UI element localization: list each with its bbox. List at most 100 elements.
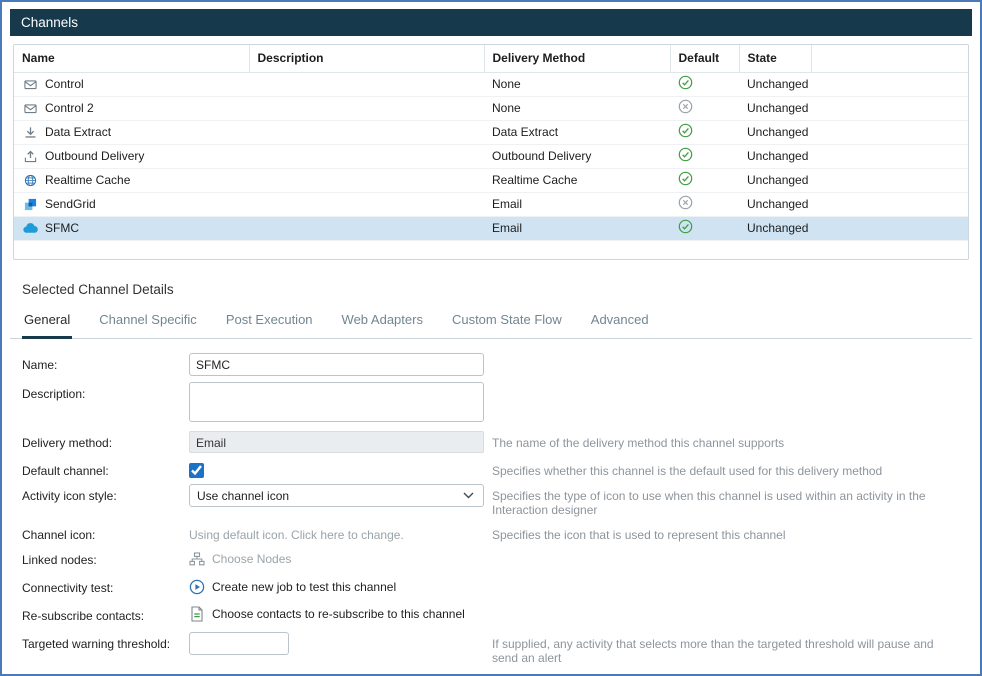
default-channel-help: Specifies whether this channel is the de… xyxy=(492,459,960,478)
cell-state: Unchanged xyxy=(739,168,811,192)
cell-name: Outbound Delivery xyxy=(14,144,249,168)
channels-table-body: Control None Unchanged Control 2 None Unchang… xyxy=(14,72,968,240)
cell-default xyxy=(670,192,739,216)
column-header-state[interactable]: State xyxy=(739,45,811,72)
targeted-warning-threshold-label: Targeted warning threshold: xyxy=(22,632,189,651)
targeted-warning-threshold-input[interactable] xyxy=(189,632,289,655)
default-channel-checkbox[interactable] xyxy=(189,463,204,478)
table-row[interactable]: Outbound DeliveryOutbound DeliveryUnchan… xyxy=(14,144,968,168)
channel-icon-help: Specifies the icon that is used to repre… xyxy=(492,523,960,542)
targeted-warning-threshold-help: If supplied, any activity that selects m… xyxy=(492,632,960,665)
window-title: Channels xyxy=(10,9,972,36)
targeted-warning-threshold-row: Targeted warning threshold: If supplied,… xyxy=(22,632,960,665)
filter-row: Filter: Selection Rule Determines whethe… xyxy=(22,671,960,676)
tab-web-adapters[interactable]: Web Adapters xyxy=(340,312,425,339)
name-input[interactable] xyxy=(189,353,484,376)
cell-extra xyxy=(811,144,968,168)
sfmc-cloud-icon xyxy=(22,223,38,234)
channel-icon-change-link[interactable]: Using default icon. Click here to change… xyxy=(189,523,404,542)
cell-delivery-method: None xyxy=(484,72,670,96)
channel-details-form: Name: Description: Delivery method: Emai… xyxy=(10,339,972,676)
check-circle-icon xyxy=(678,219,693,234)
table-row[interactable]: Control 2 None Unchanged xyxy=(14,96,968,120)
sendgrid-icon xyxy=(22,198,38,211)
activity-icon-style-select[interactable]: Use channel icon xyxy=(189,484,484,507)
cell-extra xyxy=(811,192,968,216)
column-header-delivery-method[interactable]: Delivery Method xyxy=(484,45,670,72)
data-extract-icon xyxy=(22,126,38,139)
tab-channel-specific[interactable]: Channel Specific xyxy=(97,312,199,339)
cell-extra xyxy=(811,216,968,240)
cell-description xyxy=(249,120,484,144)
cell-default xyxy=(670,120,739,144)
cell-state: Unchanged xyxy=(739,96,811,120)
table-row[interactable]: Realtime Cache Realtime Cache Unchanged xyxy=(14,168,968,192)
channels-window: Channels Name Description Delivery Metho… xyxy=(0,0,982,676)
channel-name: Control xyxy=(45,77,84,91)
linked-nodes-icon xyxy=(189,552,205,566)
create-test-job-button[interactable]: Create new job to test this channel xyxy=(212,580,396,594)
cell-description xyxy=(249,168,484,192)
delivery-method-row: Delivery method: Email The name of the d… xyxy=(22,431,960,453)
table-header-row: Name Description Delivery Method Default… xyxy=(14,45,968,72)
check-circle-icon xyxy=(678,171,693,186)
connectivity-test-row: Connectivity test: Create new job to tes… xyxy=(22,576,960,595)
cell-description xyxy=(249,192,484,216)
control-channel-icon xyxy=(22,102,38,115)
tab-advanced[interactable]: Advanced xyxy=(589,312,651,339)
cell-name: SFMC xyxy=(14,216,249,240)
cell-name: Control 2 xyxy=(14,96,249,120)
cell-extra xyxy=(811,120,968,144)
cell-state: Unchanged xyxy=(739,216,811,240)
tab-post-execution[interactable]: Post Execution xyxy=(224,312,315,339)
channel-name: Outbound Delivery xyxy=(45,149,144,163)
details-section-title: Selected Channel Details xyxy=(22,282,972,297)
filter-help: Determines whether a contact can be targ… xyxy=(492,671,960,676)
linked-nodes-label: Linked nodes: xyxy=(22,548,189,567)
table-row[interactable]: SFMCEmailUnchanged xyxy=(14,216,968,240)
resubscribe-document-icon xyxy=(189,606,205,622)
filter-label: Filter: xyxy=(22,671,189,676)
channels-table: Name Description Delivery Method Default… xyxy=(13,44,969,260)
delivery-method-label: Delivery method: xyxy=(22,431,189,450)
channel-name: Data Extract xyxy=(45,125,111,139)
selected-option-text: Use channel icon xyxy=(197,489,289,503)
resubscribe-label: Re-subscribe contacts: xyxy=(22,604,189,623)
delivery-method-value: Email xyxy=(189,431,484,453)
channel-name: SFMC xyxy=(45,221,79,235)
cell-name: Realtime Cache xyxy=(14,168,249,192)
check-circle-icon xyxy=(678,123,693,138)
tab-general[interactable]: General xyxy=(22,312,72,339)
column-header-name[interactable]: Name xyxy=(14,45,249,72)
activity-icon-style-row: Activity icon style: Use channel icon Sp… xyxy=(22,484,960,517)
cell-state: Unchanged xyxy=(739,72,811,96)
cell-delivery-method: Outbound Delivery xyxy=(484,144,670,168)
table-row[interactable]: SendGrid Email Unchanged xyxy=(14,192,968,216)
column-header-description[interactable]: Description xyxy=(249,45,484,72)
description-input[interactable] xyxy=(189,382,484,422)
cell-default xyxy=(670,72,739,96)
table-row[interactable]: Data ExtractData ExtractUnchanged xyxy=(14,120,968,144)
choose-nodes-button[interactable]: Choose Nodes xyxy=(212,552,291,566)
cell-name: Data Extract xyxy=(14,120,249,144)
column-header-extra xyxy=(811,45,968,72)
control-channel-icon xyxy=(22,78,38,91)
table-row[interactable]: Control None Unchanged xyxy=(14,72,968,96)
cell-description xyxy=(249,72,484,96)
x-circle-icon xyxy=(678,195,693,210)
cell-delivery-method: Realtime Cache xyxy=(484,168,670,192)
channel-icon-row: Channel icon: Using default icon. Click … xyxy=(22,523,960,542)
cell-state: Unchanged xyxy=(739,192,811,216)
cell-delivery-method: None xyxy=(484,96,670,120)
activity-icon-style-label: Activity icon style: xyxy=(22,484,189,503)
choose-resubscribe-contacts-button[interactable]: Choose contacts to re-subscribe to this … xyxy=(212,607,465,621)
play-circle-icon xyxy=(189,579,205,595)
cell-state: Unchanged xyxy=(739,120,811,144)
tab-custom-state-flow[interactable]: Custom State Flow xyxy=(450,312,564,339)
channel-name: SendGrid xyxy=(45,197,96,211)
column-header-default[interactable]: Default xyxy=(670,45,739,72)
check-circle-icon xyxy=(678,147,693,162)
default-channel-label: Default channel: xyxy=(22,459,189,478)
cell-delivery-method: Email xyxy=(484,192,670,216)
description-label: Description: xyxy=(22,382,189,401)
